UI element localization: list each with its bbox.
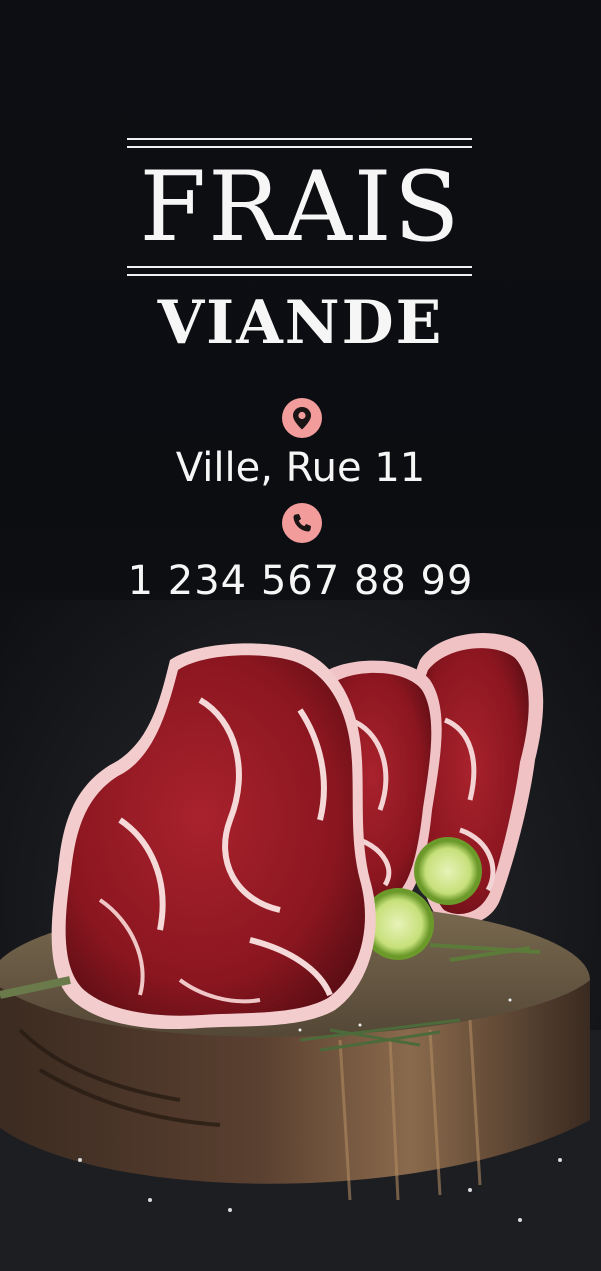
bottom-rule-outer bbox=[127, 274, 472, 276]
top-rule-outer bbox=[127, 138, 472, 140]
brand-subtitle: VIANDE bbox=[157, 288, 444, 358]
bottom-rule-inner bbox=[127, 266, 472, 268]
meat-flyer: FRAIS VIANDE Ville, Rue 11 1 234 567 88 … bbox=[0, 0, 601, 1271]
steak-board-photo bbox=[0, 600, 601, 1271]
address-text: Ville, Rue 11 bbox=[175, 445, 426, 491]
map-pin-icon bbox=[282, 398, 322, 438]
phone-icon bbox=[282, 503, 322, 543]
brand-title: FRAIS bbox=[139, 151, 462, 263]
